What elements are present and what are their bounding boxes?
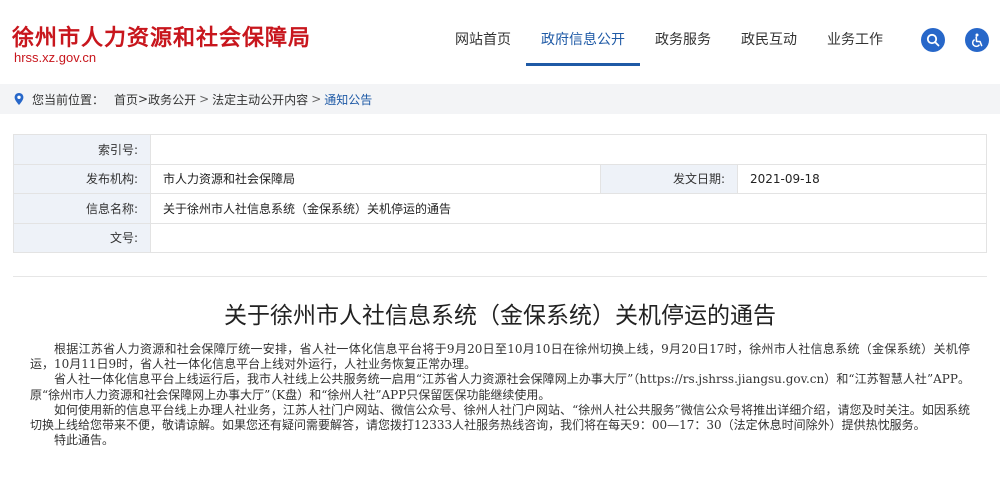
article-body: 根据江苏省人力资源和社会保障厅统一安排，省人社一体化信息平台将于9月20日至10… bbox=[30, 342, 970, 448]
index-value bbox=[150, 134, 987, 165]
search-button[interactable] bbox=[921, 28, 945, 52]
site-title[interactable]: 徐州市人力资源和社会保障局 bbox=[12, 20, 311, 52]
article-paragraph: 省人社一体化信息平台上线运行后，我市人社线上公共服务统一启用“江苏省人力资源社会… bbox=[30, 372, 970, 402]
search-icon bbox=[926, 33, 940, 47]
divider bbox=[13, 276, 987, 277]
nav-gov-info[interactable]: 政府信息公开 bbox=[526, 0, 640, 66]
table-row: 信息名称: 关于徐州市人社信息系统（金保系统）关机停运的通告 bbox=[13, 193, 987, 224]
article-paragraph: 特此通告。 bbox=[54, 433, 115, 448]
docno-value bbox=[150, 222, 987, 253]
table-row: 文号: bbox=[13, 222, 987, 253]
breadcrumb: 您当前位置： 首页 > 政务公开 > 法定主动公开内容 > 通知公告 bbox=[0, 84, 1000, 114]
table-row: 索引号: bbox=[13, 134, 987, 165]
article-title: 关于徐州市人社信息系统（金保系统）关机停运的通告 bbox=[224, 303, 776, 329]
nav-business[interactable]: 业务工作 bbox=[812, 0, 898, 66]
breadcrumb-legal-content[interactable]: 法定主动公开内容 bbox=[212, 91, 308, 108]
nav-interaction[interactable]: 政民互动 bbox=[726, 0, 812, 66]
date-value: 2021-09-18 bbox=[737, 163, 987, 194]
location-pin-icon bbox=[14, 93, 24, 105]
main-nav: 网站首页 政府信息公开 政务服务 政民互动 业务工作 bbox=[440, 0, 898, 66]
publisher-label: 发布机构: bbox=[13, 163, 151, 194]
breadcrumb-prefix: 您当前位置： bbox=[32, 92, 105, 107]
breadcrumb-gov-open[interactable]: 政务公开 bbox=[148, 91, 196, 108]
breadcrumb-separator: > bbox=[311, 92, 322, 106]
info-table: 索引号: 发布机构: 市人力资源和社会保障局 发文日期: 2021-09-18 … bbox=[13, 134, 987, 253]
article-paragraph: 如何使用新的信息平台线上办理人社业务，江苏人社门户网站、微信公众号、徐州人社门户… bbox=[30, 402, 970, 433]
accessibility-icon bbox=[971, 33, 982, 47]
breadcrumb-separator: > bbox=[138, 92, 149, 106]
index-label: 索引号: bbox=[13, 134, 151, 165]
publisher-value: 市人力资源和社会保障局 bbox=[150, 163, 601, 194]
table-row: 发布机构: 市人力资源和社会保障局 发文日期: 2021-09-18 bbox=[13, 163, 987, 194]
article-paragraph: 根据江苏省人力资源和社会保障厅统一安排，省人社一体化信息平台将于9月20日至10… bbox=[30, 342, 970, 372]
breadcrumb-home[interactable]: 首页 bbox=[114, 91, 138, 108]
site-domain[interactable]: hrss.xz.gov.cn bbox=[14, 50, 96, 65]
breadcrumb-separator: > bbox=[199, 92, 210, 106]
date-label: 发文日期: bbox=[600, 163, 738, 194]
nav-services[interactable]: 政务服务 bbox=[640, 0, 726, 66]
site-header: 徐州市人力资源和社会保障局 hrss.xz.gov.cn 网站首页 政府信息公开… bbox=[0, 0, 1000, 78]
name-label: 信息名称: bbox=[13, 193, 151, 224]
name-value: 关于徐州市人社信息系统（金保系统）关机停运的通告 bbox=[150, 193, 987, 224]
accessibility-button[interactable] bbox=[965, 28, 989, 52]
docno-label: 文号: bbox=[13, 222, 151, 253]
breadcrumb-notices[interactable]: 通知公告 bbox=[324, 91, 372, 108]
nav-home[interactable]: 网站首页 bbox=[440, 0, 526, 66]
